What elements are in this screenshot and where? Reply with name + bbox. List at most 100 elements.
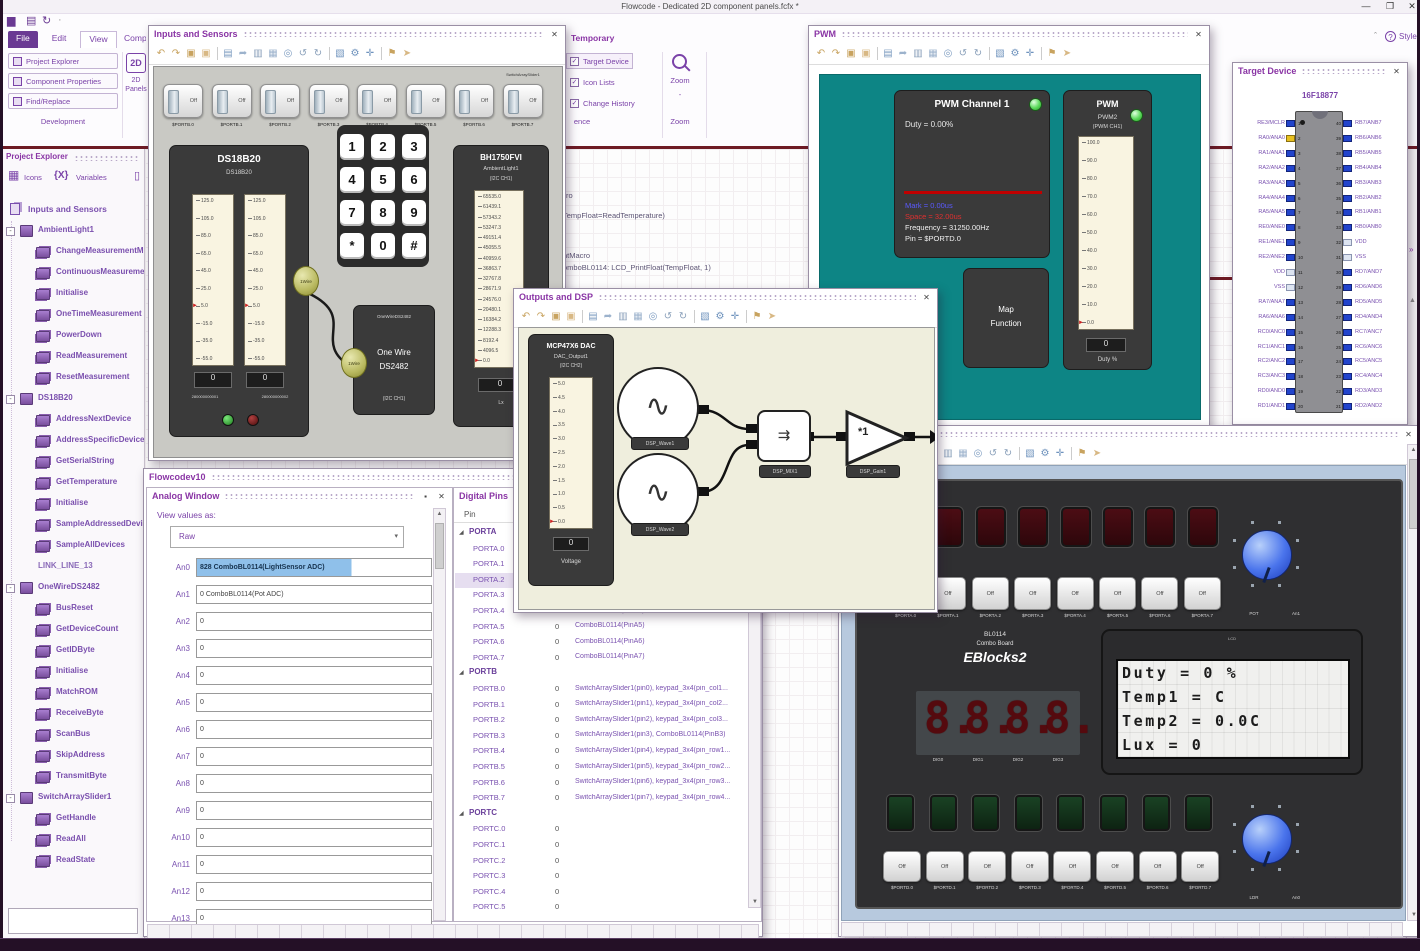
pin-ra5-ana5[interactable] [1286, 209, 1295, 217]
pin-rd5-and5[interactable] [1343, 298, 1352, 306]
tree-item-continuousmeasurement[interactable]: ContinuousMeasurement [2, 263, 144, 284]
rotate-right-icon[interactable]: ↻ [311, 46, 325, 61]
close-icon[interactable]: ✕ [436, 492, 447, 501]
pin-rc4-anc4[interactable] [1343, 373, 1352, 381]
print-icon[interactable]: ▤ [586, 309, 600, 324]
expander-icon[interactable]: - [6, 395, 15, 404]
tree-item-getidbyte[interactable]: GetIDByte [2, 641, 144, 662]
scroll-up-icon[interactable]: ▲ [434, 511, 445, 517]
tree-item-skipaddress[interactable]: SkipAddress [2, 746, 144, 767]
2d-panel-icon[interactable]: 2D [126, 53, 146, 73]
tree-item-getdevicecount[interactable]: GetDeviceCount [2, 620, 144, 641]
chart-icon[interactable]: ▧ [698, 309, 712, 324]
pin-rc7-anc7[interactable] [1343, 328, 1352, 336]
analog-titlebar[interactable]: Analog Window ▪ ✕ [147, 488, 452, 504]
digital-row-portc[interactable]: ◢ PORTC [455, 807, 755, 822]
minimize-icon[interactable]: ▪ [420, 492, 431, 501]
copy-icon[interactable]: ▣ [184, 46, 198, 61]
redo-icon[interactable]: ↷ [534, 309, 548, 324]
flag-icon[interactable]: ⚑ [750, 309, 764, 324]
digital-row-portc-4[interactable]: PORTC.4 0 [455, 885, 755, 900]
board-button-portd-1[interactable]: Off [925, 851, 964, 882]
ldr-knob[interactable] [1233, 805, 1299, 871]
scroll-down-icon[interactable]: ▼ [752, 899, 758, 905]
tree-item-resetmeasurement[interactable]: ResetMeasurement [2, 368, 144, 389]
analog-value-an1[interactable]: 0 ComboBL0114(Pot ADC) [196, 585, 432, 604]
pin-rb3-anb3[interactable] [1343, 179, 1352, 187]
close-icon[interactable]: ✕ [1193, 30, 1204, 39]
rotate-left-icon[interactable]: ↺ [296, 46, 310, 61]
snapshot-icon[interactable]: ▥ [616, 309, 630, 324]
tree-item-sampleaddresseddevice[interactable]: SampleAddressedDevice [2, 515, 144, 536]
board-button-portd-5[interactable]: Off [1096, 851, 1134, 882]
variables-icon[interactable]: {X} [54, 170, 68, 181]
view-check-change-history[interactable]: ✓ Change History [570, 95, 635, 111]
close-icon[interactable]: ✕ [921, 293, 932, 302]
analog-value-an0[interactable]: 828 ComboBL0114(LightSensor ADC) [196, 558, 432, 577]
pin-vdd[interactable] [1286, 269, 1295, 276]
rotate-right-icon[interactable]: ↻ [1001, 446, 1015, 461]
paste-icon[interactable]: ▣ [199, 46, 213, 61]
style-button[interactable]: Style [1399, 32, 1417, 41]
crosshair-icon[interactable]: ✛ [1053, 446, 1067, 461]
analog-value-an12[interactable]: 0 [196, 882, 432, 901]
board-button-portd-0[interactable]: Off [883, 851, 921, 882]
pin-rb0-anb0[interactable] [1343, 224, 1352, 232]
pin-re3-mclr[interactable] [1286, 120, 1295, 127]
flag-icon[interactable]: ⚑ [1045, 46, 1059, 61]
variables-tab-label[interactable]: Variables [76, 173, 107, 182]
chart-icon[interactable]: ▧ [993, 46, 1007, 61]
tree-item-readstate[interactable]: ReadState [2, 851, 144, 872]
pin-rc3-anc3[interactable] [1286, 373, 1295, 381]
pin-rb4-anb4[interactable] [1343, 164, 1352, 172]
tree-item-samplealldevices[interactable]: SampleAllDevices [2, 536, 144, 557]
print-icon[interactable]: ▤ [221, 46, 235, 61]
view-check-icon-lists[interactable]: ✓ Icon Lists [570, 74, 615, 90]
inputs-titlebar[interactable]: Inputs and Sensors ✕ [149, 26, 565, 42]
pin-ra4-ana4[interactable] [1286, 194, 1295, 202]
board-button-porta-7[interactable]: Off [1183, 577, 1221, 610]
tree-item-initialise[interactable]: Initialise [2, 662, 144, 683]
flag-icon[interactable]: ⚑ [1075, 446, 1089, 461]
board-button-portd-7[interactable]: Off [1181, 851, 1220, 882]
snapshot-icon[interactable]: ▥ [251, 46, 265, 61]
redo-undo-icon[interactable]: ↻ [42, 14, 51, 27]
tree-item-transmitbyte[interactable]: TransmitByte [2, 767, 144, 788]
scale-pointer[interactable]: ► [474, 358, 480, 364]
export-icon[interactable]: ➦ [896, 46, 910, 61]
help-icon[interactable]: ? [1385, 31, 1396, 42]
pin-re1-ane1[interactable] [1286, 239, 1295, 247]
digital-row-porta-6[interactable]: PORTA.6 0 ComboBL0114(PinA6) [455, 635, 755, 650]
pwm-titlebar[interactable]: PWM ✕ [809, 26, 1209, 42]
tree-item-matchrom[interactable]: MatchROM [2, 683, 144, 704]
tree-item-changemeasurementmode[interactable]: ChangeMeasurementMode [2, 242, 144, 263]
digital-row-portc-2[interactable]: PORTC.2 0 [455, 854, 755, 869]
scrollbar-thumb[interactable] [435, 523, 444, 569]
send-icon[interactable]: ➤ [1090, 446, 1104, 461]
board-hscrollbar[interactable] [841, 922, 1403, 937]
minimize-button[interactable]: — [1358, 1, 1374, 11]
zoom-icon[interactable] [672, 54, 687, 69]
chart-icon[interactable]: ▧ [1023, 446, 1037, 461]
pin-rd7-and7[interactable] [1343, 269, 1352, 276]
analog-value-an3[interactable]: 0 [196, 639, 432, 658]
digital-row-portc-1[interactable]: PORTC.1 0 [455, 838, 755, 853]
tab-file[interactable]: File [8, 31, 38, 48]
horizontal-scrollbar[interactable] [147, 924, 759, 939]
digital-row-portb-2[interactable]: PORTB.2 0 SwitchArraySlider1(pin2), keypad… [455, 713, 755, 728]
digital-row-portb-5[interactable]: PORTB.5 0 SwitchArraySlider1(pin5), keypad… [455, 760, 755, 775]
expander-icon[interactable]: - [6, 227, 15, 236]
tree-item-ds18b20[interactable]: - DS18B20 [2, 389, 144, 410]
tree-item-readall[interactable]: ReadAll [2, 830, 144, 851]
tree-item-gethandle[interactable]: GetHandle [2, 809, 144, 830]
analog-value-an2[interactable]: 0 [196, 612, 432, 631]
settings-icon[interactable]: ⚙ [348, 46, 362, 61]
pin-rc5-anc5[interactable] [1343, 358, 1352, 366]
pin-vss[interactable] [1286, 283, 1295, 291]
pin-rb7-anb7[interactable] [1343, 120, 1352, 127]
icons-tab-icon[interactable]: ▦ [8, 168, 19, 182]
macros-tab-icon[interactable]: ▯ [134, 169, 140, 182]
layers-icon[interactable]: ▦ [926, 46, 940, 61]
pin-rc1-anc1[interactable] [1286, 343, 1295, 351]
analog-value-an11[interactable]: 0 [196, 855, 432, 874]
